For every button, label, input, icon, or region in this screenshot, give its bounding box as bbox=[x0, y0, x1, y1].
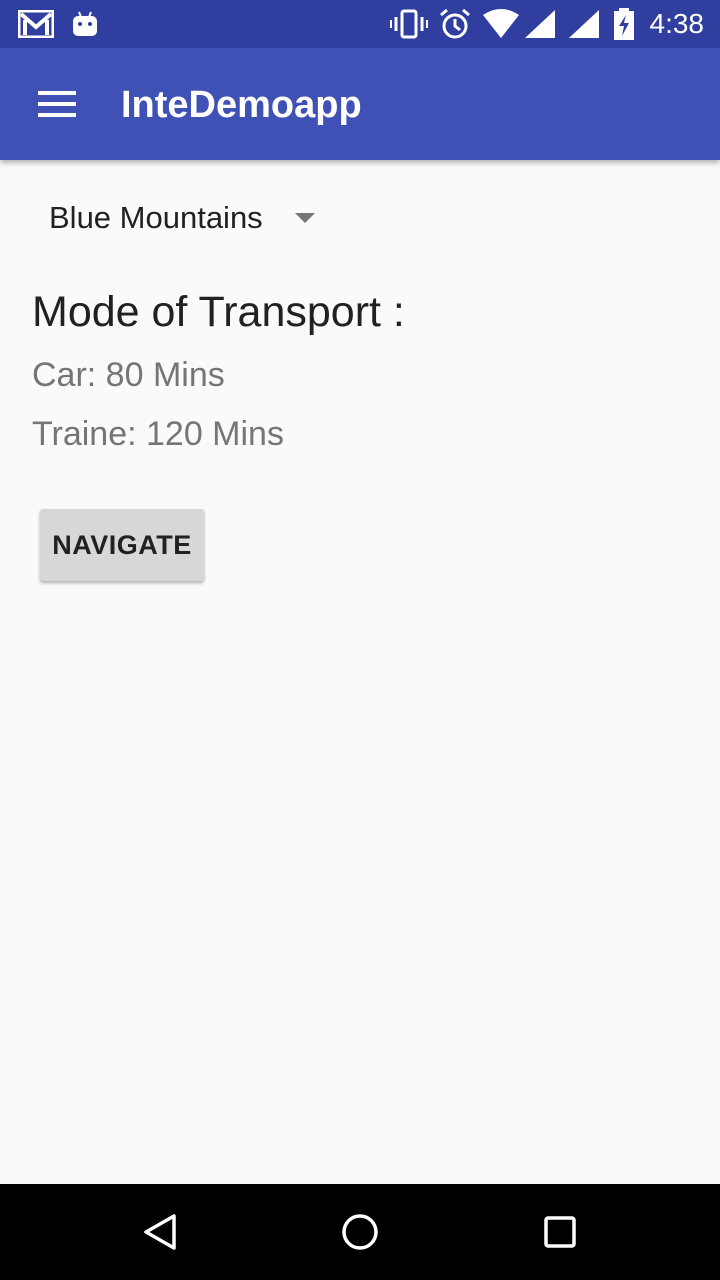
transport-heading: Mode of Transport : bbox=[32, 288, 405, 336]
app-title: InteDemoapp bbox=[121, 84, 362, 126]
navigate-button[interactable]: NAVIGATE bbox=[40, 509, 204, 581]
menu-icon[interactable] bbox=[24, 80, 88, 128]
app-bar: InteDemoapp bbox=[0, 48, 720, 160]
signal-icon bbox=[524, 8, 556, 40]
location-spinner[interactable]: Blue Mountains bbox=[32, 188, 315, 248]
battery-charging-icon bbox=[612, 8, 636, 40]
gmail-icon bbox=[18, 8, 54, 40]
back-icon[interactable] bbox=[136, 1208, 184, 1256]
android-icon bbox=[72, 8, 98, 40]
wifi-icon bbox=[482, 8, 520, 40]
spinner-selected-value: Blue Mountains bbox=[49, 200, 263, 235]
signal-icon bbox=[568, 8, 600, 40]
vibrate-icon bbox=[390, 8, 428, 40]
main-content: Blue Mountains Mode of Transport : Car: … bbox=[0, 160, 720, 1184]
car-duration: Car: 80 Mins bbox=[32, 356, 225, 394]
recents-icon[interactable] bbox=[536, 1208, 584, 1256]
status-bar: 4:38 bbox=[0, 0, 720, 48]
system-nav-bar bbox=[0, 1184, 720, 1280]
home-icon[interactable] bbox=[336, 1208, 384, 1256]
clock-time: 4:38 bbox=[649, 8, 705, 39]
alarm-icon bbox=[438, 8, 472, 40]
train-duration: Traine: 120 Mins bbox=[32, 415, 284, 453]
dropdown-arrow-icon bbox=[294, 213, 315, 223]
